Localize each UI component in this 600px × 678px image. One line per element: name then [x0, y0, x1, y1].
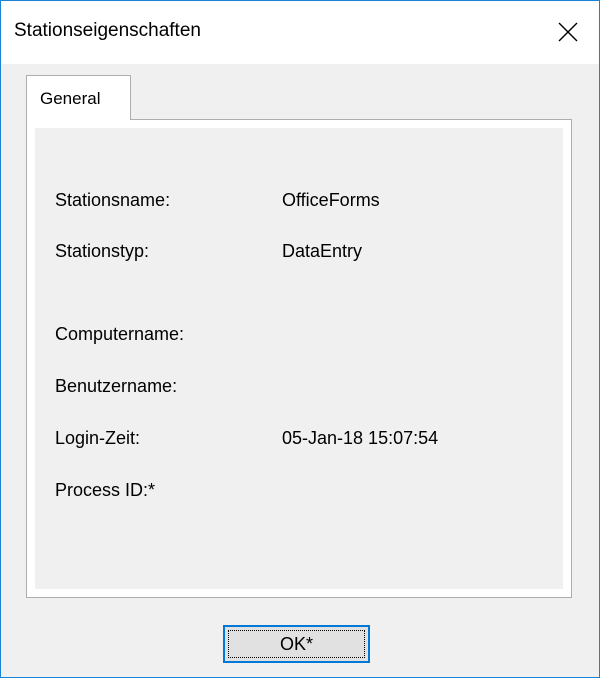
property-row-process-id: Process ID:*: [35, 480, 563, 504]
title-bar[interactable]: Stationseigenschaften: [1, 1, 599, 64]
properties-area: Stationsname: OfficeForms Stationstyp: D…: [35, 128, 563, 589]
stationsname-label: Stationsname:: [55, 190, 171, 210]
tab-panel-general: Stationsname: OfficeForms Stationstyp: D…: [26, 119, 572, 598]
stationsname-value: OfficeForms: [282, 190, 380, 210]
computername-label: Computername:: [55, 324, 185, 344]
property-row-stationstyp: Stationstyp: DataEntry: [35, 241, 563, 265]
property-row-stationsname: Stationsname: OfficeForms: [35, 190, 563, 214]
process-id-label: Process ID:*: [55, 480, 156, 500]
dialog-title: Stationseigenschaften: [14, 20, 201, 41]
property-row-computername: Computername:: [35, 324, 563, 348]
ok-button-label: OK*: [279, 633, 313, 654]
close-icon: [558, 22, 578, 42]
benutzername-label: Benutzername:: [55, 376, 178, 396]
tab-general-label: General: [40, 89, 101, 108]
stationstyp-value: DataEntry: [282, 241, 363, 261]
property-row-login-zeit: Login-Zeit: 05-Jan-18 15:07:54: [35, 428, 563, 452]
stationstyp-label: Stationstyp:: [55, 241, 150, 261]
properties-dialog: Stationseigenschaften General Stationsna…: [0, 0, 600, 678]
login-zeit-label: Login-Zeit:: [55, 428, 141, 448]
property-row-benutzername: Benutzername:: [35, 376, 563, 400]
ok-button[interactable]: OK*: [223, 625, 370, 663]
login-zeit-value: 05-Jan-18 15:07:54: [282, 428, 439, 448]
close-button[interactable]: [537, 1, 599, 64]
tab-general[interactable]: General: [26, 75, 131, 120]
